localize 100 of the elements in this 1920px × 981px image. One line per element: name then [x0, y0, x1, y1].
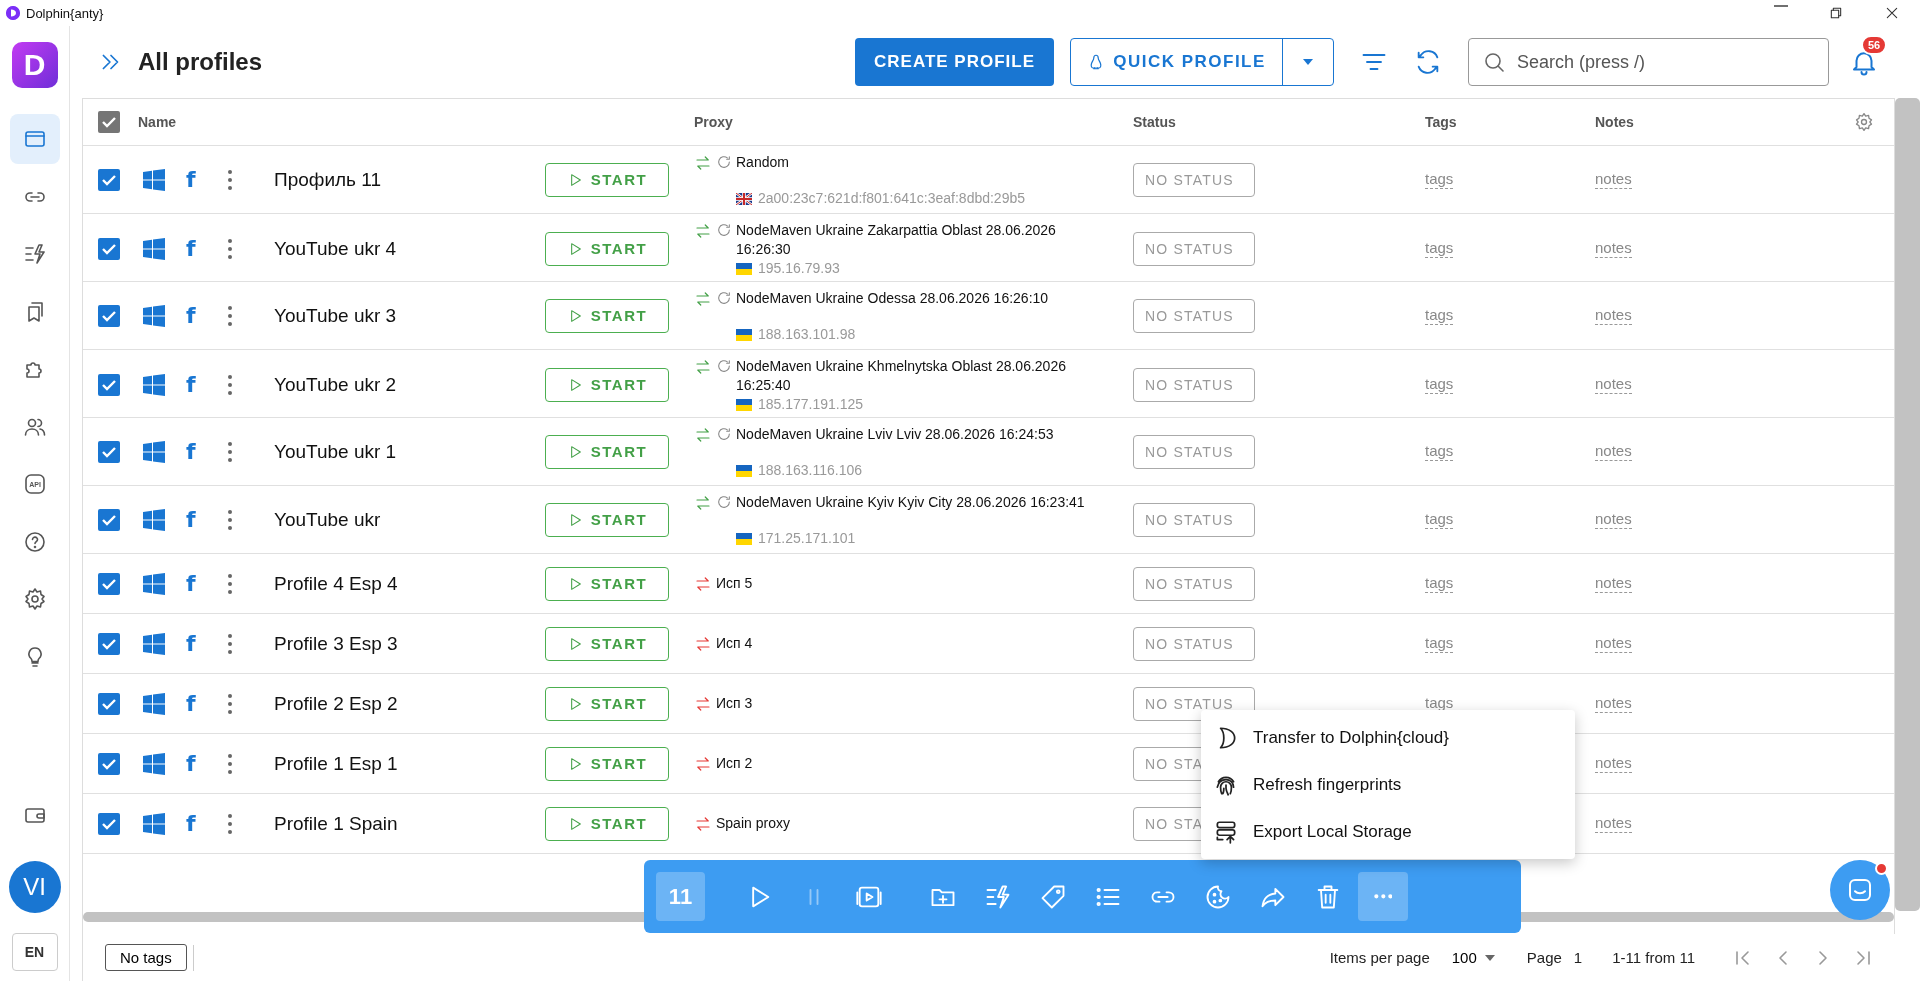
profile-name: Profile 4 Esp 4 — [274, 572, 398, 595]
proxy-name: NodeMaven Ukraine Lviv Lviv 28.06.2026 16:24:53 — [736, 425, 1054, 444]
user-avatar[interactable]: VI — [8, 861, 61, 913]
more-icon — [1373, 894, 1393, 899]
app-logo-icon — [6, 6, 20, 20]
status-tag[interactable]: NO STATUS — [1133, 162, 1255, 197]
notes-link[interactable]: notes — [1595, 510, 1632, 529]
windows-logo-icon — [143, 692, 165, 715]
checkbox[interactable] — [98, 440, 120, 463]
profile-name: YouTube ukr 1 — [274, 440, 397, 463]
status-tag[interactable]: NO STATUS — [1133, 231, 1255, 266]
start-button[interactable]: START — [545, 367, 669, 402]
browser-mark: f — [186, 751, 196, 776]
browser-mark: f — [186, 303, 196, 328]
proxy-ip: 195.16.79.93 — [758, 259, 840, 278]
browser-mark: f — [186, 439, 196, 464]
status-tag[interactable]: NO STATUS — [1133, 566, 1255, 601]
tags-link[interactable]: tags — [1425, 170, 1454, 189]
proxy-name: Исп 2 — [716, 754, 753, 773]
more-vertical-icon[interactable] — [228, 509, 232, 530]
checkbox[interactable] — [98, 304, 120, 327]
start-button[interactable]: START — [545, 746, 669, 781]
more-vertical-icon[interactable] — [228, 441, 232, 462]
more-vertical-icon[interactable] — [228, 374, 232, 395]
notes-link[interactable]: notes — [1595, 375, 1632, 394]
proxy-name: NodeMaven Ukraine Kyiv Kyiv City 28.06.2026 16:23:41 — [736, 493, 1085, 512]
notes-link[interactable]: notes — [1595, 306, 1632, 325]
checkbox[interactable] — [98, 168, 120, 191]
checkbox[interactable] — [98, 508, 120, 531]
more-vertical-icon[interactable] — [228, 169, 232, 190]
more-vertical-icon[interactable] — [228, 238, 232, 259]
app-logo[interactable]: D — [11, 42, 58, 88]
page-label: Page — [1526, 949, 1562, 966]
more-vertical-icon[interactable] — [228, 633, 232, 654]
more-vertical-icon[interactable] — [228, 693, 232, 714]
proxy-name: NodeMaven Ukraine Zakarpattia Oblast 28.06.2026 16:26:30 — [736, 221, 1057, 259]
language-button[interactable]: EN — [11, 933, 58, 971]
checkbox[interactable] — [98, 812, 120, 835]
status-tag[interactable]: NO STATUS — [1133, 367, 1255, 402]
status-tag[interactable]: NO STATUS — [1133, 298, 1255, 333]
start-button[interactable]: START — [545, 806, 669, 841]
page-title: All profiles — [138, 48, 264, 76]
checkbox[interactable] — [98, 692, 120, 715]
proxy-name: Исп 3 — [716, 694, 753, 713]
browser-mark: f — [186, 372, 196, 397]
notes-link[interactable]: notes — [1595, 694, 1632, 713]
checkbox[interactable] — [98, 572, 120, 595]
start-button[interactable]: START — [545, 298, 669, 333]
vertical-scrollbar[interactable] — [1895, 98, 1920, 911]
windows-logo-icon — [143, 168, 165, 191]
notes-link[interactable]: notes — [1595, 634, 1632, 653]
start-button[interactable]: START — [545, 434, 669, 469]
profile-name: YouTube ukr 2 — [274, 373, 397, 396]
search-field[interactable]: Search (press /) — [1468, 38, 1829, 86]
tags-link[interactable]: tags — [1425, 574, 1454, 593]
start-button[interactable]: START — [545, 686, 669, 721]
start-button[interactable]: START — [545, 162, 669, 197]
more-vertical-icon[interactable] — [228, 813, 232, 834]
tags-link[interactable]: tags — [1425, 510, 1454, 529]
start-button[interactable]: START — [545, 566, 669, 601]
status-tag[interactable]: NO STATUS — [1133, 434, 1255, 469]
search-icon — [1482, 50, 1506, 74]
items-per-page-select[interactable]: 100 — [1445, 948, 1501, 967]
notes-link[interactable]: notes — [1595, 239, 1632, 258]
column-header: Notes — [1595, 114, 1634, 130]
checkbox[interactable] — [98, 632, 120, 655]
page-number[interactable]: 1 — [1573, 949, 1583, 966]
tags-link[interactable]: tags — [1425, 375, 1454, 394]
proxy-name: Исп 5 — [716, 574, 753, 593]
proxy-name: NodeMaven Ukraine Khmelnytska Oblast 28.06.2026 16:25:40 — [736, 357, 1067, 395]
windows-logo-icon — [143, 752, 165, 775]
status-tag[interactable]: NO STATUS — [1133, 626, 1255, 661]
sidebar-item[interactable] — [9, 114, 60, 164]
status-tag[interactable]: NO STATUS — [1133, 502, 1255, 537]
checkbox[interactable] — [98, 237, 120, 260]
create-profile-button[interactable]: CREATE PROFILE — [855, 38, 1054, 86]
more-vertical-icon[interactable] — [228, 753, 232, 774]
start-button[interactable]: START — [545, 626, 669, 661]
more-vertical-icon[interactable] — [228, 573, 232, 594]
notes-link[interactable]: notes — [1595, 754, 1632, 773]
tags-link[interactable]: tags — [1425, 634, 1454, 653]
checkbox[interactable] — [98, 373, 120, 396]
tags-link[interactable]: tags — [1425, 442, 1454, 461]
tag-filter-button[interactable]: No tags — [105, 944, 187, 971]
column-header: Status — [1133, 114, 1177, 130]
start-button[interactable]: START — [545, 231, 669, 266]
tags-link[interactable]: tags — [1425, 306, 1454, 325]
windows-logo-icon — [143, 237, 165, 260]
settings-icon — [22, 587, 47, 611]
checkbox[interactable] — [98, 752, 120, 775]
quick-profile-button[interactable]: QUICK PROFILE — [1071, 39, 1283, 85]
notes-link[interactable]: notes — [1595, 442, 1632, 461]
tags-link[interactable]: tags — [1425, 239, 1454, 258]
notes-link[interactable]: notes — [1595, 574, 1632, 593]
chat-button[interactable] — [1830, 860, 1890, 920]
notes-link[interactable]: notes — [1595, 814, 1632, 833]
notes-link[interactable]: notes — [1595, 170, 1632, 189]
start-button[interactable]: START — [545, 502, 669, 537]
more-vertical-icon[interactable] — [228, 305, 232, 326]
checkbox[interactable] — [98, 111, 120, 133]
